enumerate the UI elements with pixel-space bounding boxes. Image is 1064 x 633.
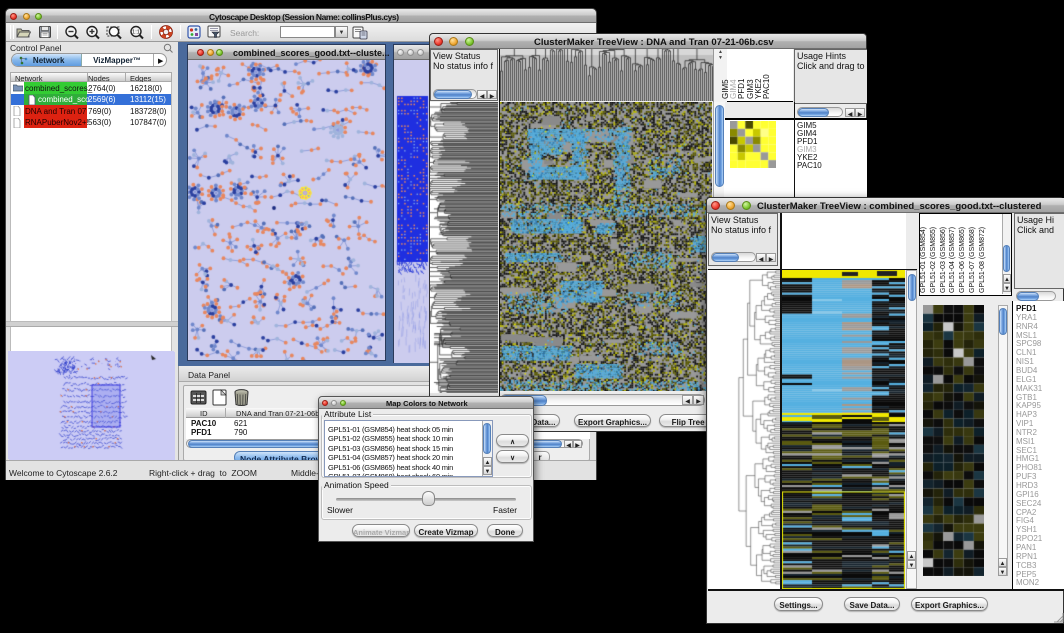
svg-text:1:1: 1:1 <box>132 30 140 36</box>
